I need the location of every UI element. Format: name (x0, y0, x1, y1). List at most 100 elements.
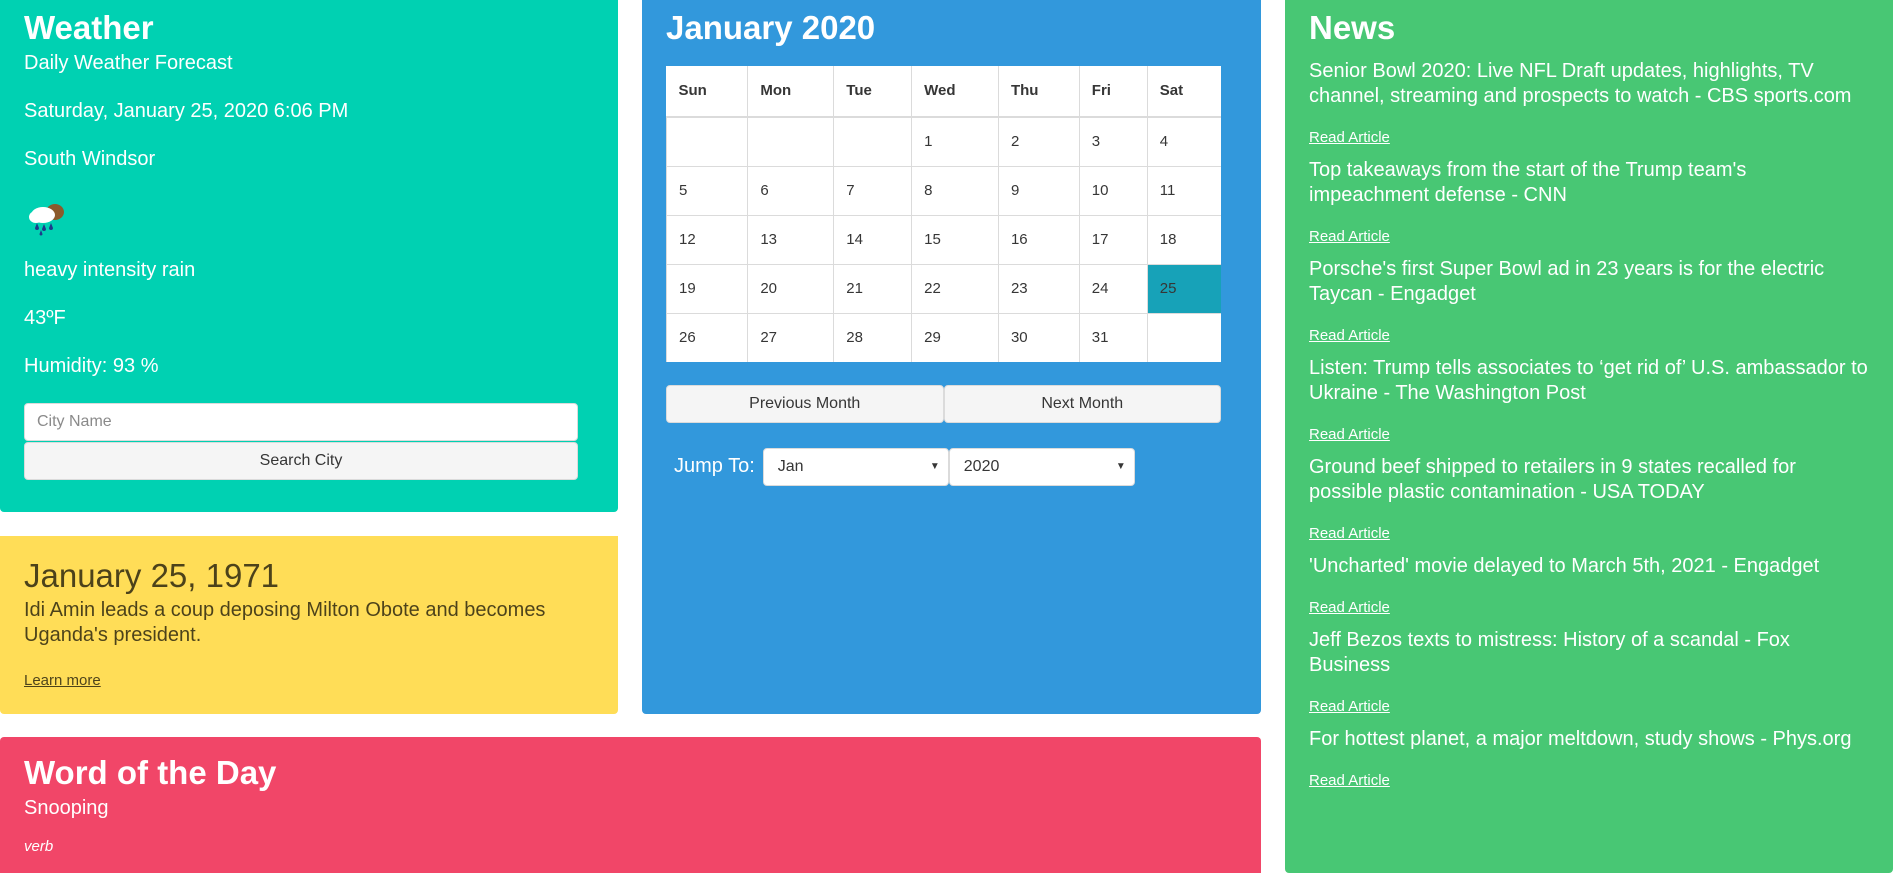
read-article-link[interactable]: Read Article (1309, 327, 1390, 344)
word-of-day-type: verb (24, 837, 54, 855)
weather-description: heavy intensity rain (24, 258, 196, 281)
news-headline: 'Uncharted' movie delayed to March 5th, … (1309, 554, 1820, 577)
calendar-day-cell[interactable]: 11 (1146, 166, 1221, 216)
calendar-day-cell[interactable]: 18 (1146, 215, 1221, 265)
news-headline: For hottest planet, a major meltdown, st… (1309, 727, 1852, 750)
word-of-day-panel: Word of the Day Snooping verb (0, 737, 1261, 873)
read-article-link[interactable]: Read Article (1309, 426, 1390, 443)
search-city-button[interactable]: Search City (24, 441, 578, 480)
month-select-value: Jan (777, 457, 804, 475)
news-headline: Porsche's first Super Bowl ad in 23 year… (1309, 257, 1825, 305)
read-article-link[interactable]: Read Article (1309, 698, 1390, 715)
month-select[interactable]: Jan ▼ (762, 447, 949, 486)
calendar-day-cell[interactable]: 14 (833, 215, 913, 265)
news-item: 'Uncharted' movie delayed to March 5th, … (1309, 554, 1869, 617)
calendar-empty-cell (1146, 313, 1221, 362)
news-panel: News Senior Bowl 2020: Live NFL Draft up… (1285, 0, 1893, 873)
weekday-header: Tue (833, 65, 913, 118)
month-nav: Previous Month Next Month (666, 384, 1221, 423)
calendar-day-cell[interactable]: 29 (911, 313, 999, 362)
news-list: Senior Bowl 2020: Live NFL Draft updates… (1309, 59, 1869, 790)
word-of-day-title: Word of the Day (24, 754, 277, 791)
read-article-link[interactable]: Read Article (1309, 228, 1390, 245)
calendar-day-cell[interactable]: 4 (1146, 116, 1221, 167)
calendar-day-cell[interactable]: 28 (833, 313, 913, 362)
calendar-day-cell[interactable]: 26 (665, 313, 749, 362)
news-headline: Top takeaways from the start of the Trum… (1309, 158, 1747, 206)
news-item: Senior Bowl 2020: Live NFL Draft updates… (1309, 59, 1869, 147)
calendar-day-cell[interactable]: 31 (1078, 313, 1148, 362)
calendar-day-cell[interactable]: 30 (997, 313, 1080, 362)
calendar-day-cell[interactable]: 13 (747, 215, 835, 265)
calendar-day-cell[interactable]: 8 (911, 166, 999, 216)
news-item: Top takeaways from the start of the Trum… (1309, 158, 1869, 246)
calendar-day-cell[interactable]: 19 (665, 264, 749, 314)
calendar-day-cell[interactable]: 6 (747, 166, 835, 216)
jump-to-row: Jump To: Jan ▼ 2020 ▼ (666, 447, 1237, 486)
calendar-week-row: 1234 (665, 116, 1221, 167)
jump-to-label: Jump To: (674, 455, 755, 478)
calendar-day-cell[interactable]: 16 (997, 215, 1080, 265)
calendar-table: Sun Mon Tue Wed Thu Fri Sat 1 2 3 4 5 6 7 8 9 10 11 12 13 1… (665, 65, 1221, 362)
calendar-day-cell[interactable]: 2 (997, 116, 1080, 167)
calendar-day-cell[interactable]: 22 (911, 264, 999, 314)
news-item: Ground beef shipped to retailers in 9 st… (1309, 455, 1869, 543)
calendar-day-cell[interactable]: 1 (911, 116, 999, 167)
read-article-link[interactable]: Read Article (1309, 772, 1390, 789)
history-date: January 25, 1971 (24, 557, 280, 594)
weekday-header: Sat (1147, 65, 1221, 118)
word-of-day-word: Snooping (24, 796, 109, 819)
calendar-day-cell[interactable]: 20 (747, 264, 835, 314)
weather-panel: Weather Daily Weather Forecast Saturday,… (0, 0, 618, 512)
calendar-week-row: 5 6 7 8 9 10 11 (665, 166, 1221, 216)
year-select-value: 2020 (963, 457, 1000, 475)
learn-more-link[interactable]: Learn more (24, 672, 101, 689)
weekday-header: Mon (747, 65, 835, 118)
weather-title: Weather (24, 9, 154, 46)
calendar-day-cell[interactable]: 23 (997, 264, 1080, 314)
calendar-day-cell[interactable]: 24 (1078, 264, 1148, 314)
year-select[interactable]: 2020 ▼ (948, 447, 1135, 486)
calendar-day-cell[interactable]: 3 (1078, 116, 1148, 167)
calendar-day-cell[interactable]: 27 (747, 313, 835, 362)
news-item: Porsche's first Super Bowl ad in 23 year… (1309, 257, 1869, 345)
news-headline: Jeff Bezos texts to mistress: History of… (1309, 628, 1790, 676)
weekday-header: Fri (1079, 65, 1148, 118)
calendar-day-cell[interactable]: 25 (1146, 264, 1221, 314)
weather-humidity: Humidity: 93 % (24, 354, 159, 377)
calendar-day-cell[interactable]: 9 (997, 166, 1080, 216)
weekday-header: Wed (911, 65, 999, 118)
calendar-empty-cell (833, 116, 913, 167)
weekday-header: Sun (666, 65, 749, 118)
read-article-link[interactable]: Read Article (1309, 129, 1390, 146)
chevron-down-icon: ▼ (929, 460, 940, 472)
news-title: News (1309, 9, 1396, 46)
calendar-day-cell[interactable]: 21 (833, 264, 913, 314)
calendar-day-cell[interactable]: 12 (665, 215, 749, 265)
calendar-week-row: 12 13 14 15 16 17 18 (665, 215, 1221, 265)
weather-subtitle: Daily Weather Forecast (24, 51, 233, 74)
city-search-input[interactable] (24, 402, 578, 441)
history-text: Idi Amin leads a coup deposing Milton Ob… (24, 598, 546, 646)
news-item: Listen: Trump tells associates to ‘get r… (1309, 356, 1869, 444)
calendar-empty-cell (665, 116, 749, 167)
weather-temperature: 43ºF (24, 306, 66, 329)
news-item: For hottest planet, a major meltdown, st… (1309, 727, 1869, 790)
calendar-day-cell[interactable]: 17 (1078, 215, 1148, 265)
previous-month-button[interactable]: Previous Month (666, 384, 944, 423)
read-article-link[interactable]: Read Article (1309, 599, 1390, 616)
calendar-day-cell[interactable]: 10 (1078, 166, 1148, 216)
read-article-link[interactable]: Read Article (1309, 525, 1390, 542)
weather-location: South Windsor (24, 147, 156, 170)
calendar-day-cell[interactable]: 15 (911, 215, 999, 265)
calendar-title: January 2020 (666, 9, 876, 46)
calendar-week-row: 19 20 21 22 23 24 25 (665, 264, 1221, 314)
weekday-header: Thu (998, 65, 1080, 118)
rain-cloud-icon (24, 197, 594, 237)
calendar-day-cell[interactable]: 7 (833, 166, 913, 216)
calendar-empty-cell (747, 116, 835, 167)
next-month-button[interactable]: Next Month (943, 384, 1221, 423)
history-panel: January 25, 1971 Idi Amin leads a coup d… (0, 536, 618, 714)
calendar-day-cell[interactable]: 5 (665, 166, 749, 216)
news-item: Jeff Bezos texts to mistress: History of… (1309, 628, 1869, 716)
